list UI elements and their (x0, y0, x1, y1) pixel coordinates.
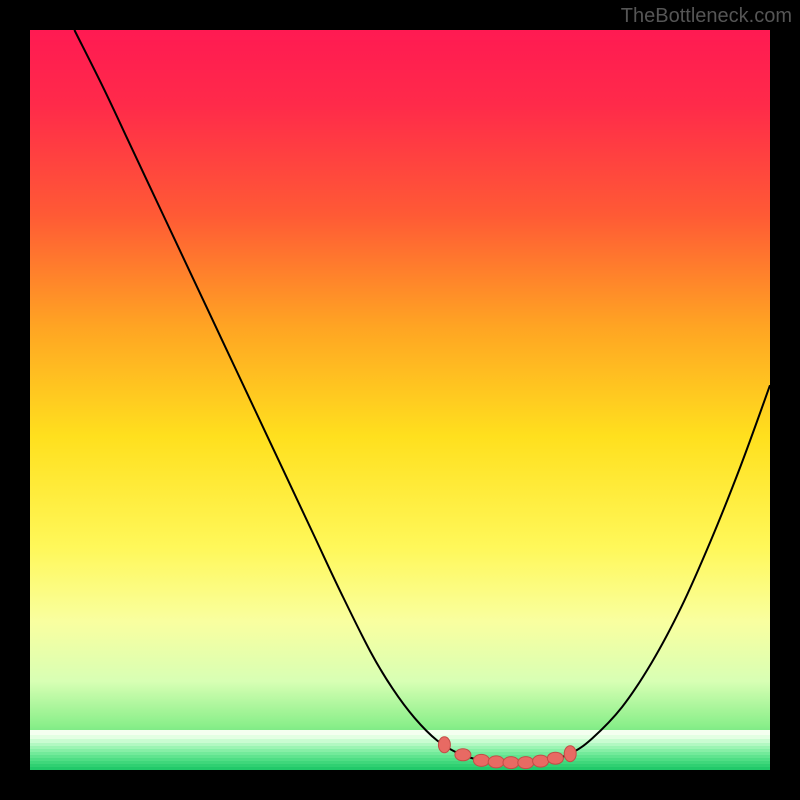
optimal-bead (455, 749, 471, 761)
green-band (30, 749, 770, 752)
green-band (30, 743, 770, 746)
green-band (30, 767, 770, 770)
green-band (30, 758, 770, 761)
bottleneck-chart: TheBottleneck.com (0, 0, 800, 800)
green-bands (30, 730, 770, 770)
green-band (30, 730, 770, 735)
green-band (30, 739, 770, 743)
optimal-bead (533, 755, 549, 767)
watermark: TheBottleneck.com (621, 5, 792, 27)
green-band (30, 764, 770, 767)
plot-background (30, 30, 770, 770)
green-band (30, 755, 770, 758)
optimal-bead (438, 737, 450, 753)
optimal-bead (503, 757, 519, 769)
chart-frame: TheBottleneck.com (0, 0, 800, 800)
optimal-bead (547, 752, 563, 764)
green-band (30, 735, 770, 739)
optimal-bead (564, 746, 576, 762)
green-band (30, 752, 770, 755)
optimal-bead (473, 754, 489, 766)
optimal-bead (488, 756, 504, 768)
optimal-bead (518, 757, 534, 769)
green-band (30, 746, 770, 749)
green-band (30, 761, 770, 764)
